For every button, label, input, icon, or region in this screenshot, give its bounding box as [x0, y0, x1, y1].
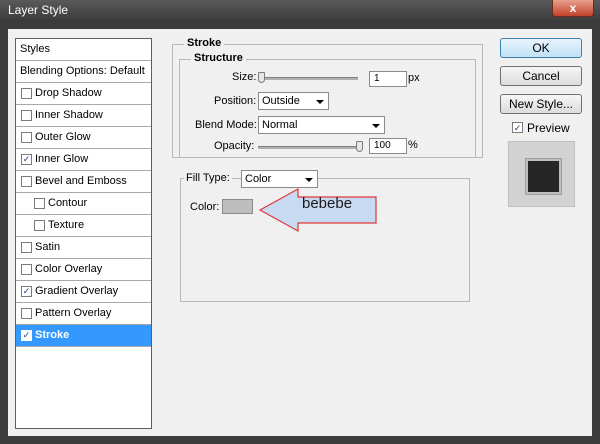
- opacity-slider-thumb[interactable]: [356, 141, 363, 152]
- style-list-item-label: Blending Options: Default: [20, 65, 145, 77]
- opacity-label: Opacity:: [214, 140, 255, 152]
- position-label: Position:: [214, 95, 257, 107]
- style-list-item-label: Inner Glow: [35, 153, 89, 165]
- style-list-item[interactable]: Bevel and Emboss: [16, 171, 151, 193]
- blend-mode-select[interactable]: Normal: [258, 116, 385, 134]
- size-label: Size:: [232, 71, 257, 83]
- style-list-item-label: Texture: [48, 219, 85, 231]
- style-preview: [508, 141, 575, 207]
- style-list-item[interactable]: Satin: [16, 237, 151, 259]
- style-checkbox[interactable]: [21, 176, 32, 187]
- fill-type-select[interactable]: Color: [241, 170, 318, 188]
- style-list-item-label: Drop Shadow: [35, 87, 102, 99]
- opacity-input[interactable]: 100: [369, 138, 407, 154]
- size-slider-thumb[interactable]: [258, 72, 265, 83]
- style-list-item-label: Pattern Overlay: [35, 307, 112, 319]
- style-list-item-label: Styles: [20, 43, 50, 55]
- new-style-button[interactable]: New Style...: [500, 94, 582, 114]
- style-list-item[interactable]: Pattern Overlay: [16, 303, 151, 325]
- style-list-item[interactable]: ✓ Inner Glow: [16, 149, 151, 171]
- style-list-item[interactable]: Contour: [16, 193, 151, 215]
- style-list-item-label: Bevel and Emboss: [35, 175, 127, 187]
- style-checkbox[interactable]: [34, 198, 45, 209]
- style-list-item-label: Contour: [48, 197, 88, 209]
- style-list-item-label: Satin: [35, 241, 61, 253]
- size-unit-label: px: [408, 72, 420, 84]
- style-list-item-label: Outer Glow: [35, 131, 91, 143]
- chevron-down-icon: [372, 124, 380, 128]
- color-label: Color:: [190, 201, 220, 213]
- callout-text: bebebe: [302, 195, 353, 212]
- style-list-item-label: Gradient Overlay: [35, 285, 119, 297]
- blend-mode-label: Blend Mode:: [195, 119, 257, 131]
- opacity-slider-track[interactable]: [258, 146, 363, 149]
- style-checkbox[interactable]: ✓: [21, 330, 32, 341]
- position-select[interactable]: Outside: [258, 92, 329, 110]
- color-swatch[interactable]: [222, 199, 253, 214]
- style-list-item[interactable]: Inner Shadow: [16, 105, 151, 127]
- preview-label: Preview: [527, 121, 570, 135]
- style-list-item-label: Color Overlay: [35, 263, 103, 275]
- size-input[interactable]: 1: [369, 71, 407, 87]
- style-list-item[interactable]: ✓ Stroke: [16, 325, 151, 347]
- preview-checkbox[interactable]: ✓: [512, 122, 523, 133]
- style-list-item[interactable]: Blending Options: Default: [16, 61, 151, 83]
- window-title: Layer Style: [8, 3, 69, 17]
- structure-group-title: Structure: [191, 52, 246, 64]
- style-list-item[interactable]: Drop Shadow: [16, 83, 151, 105]
- style-list-item[interactable]: Texture: [16, 215, 151, 237]
- style-checkbox[interactable]: ✓: [21, 154, 32, 165]
- styles-list: Styles Blending Options: Default Drop Shad…: [15, 38, 152, 429]
- style-list-item-label: Inner Shadow: [35, 109, 103, 121]
- ok-button[interactable]: OK: [500, 38, 582, 58]
- layer-style-dialog: Layer Style x Styles Blending Options: De…: [0, 0, 600, 444]
- style-checkbox[interactable]: [21, 264, 32, 275]
- size-slider-track[interactable]: [258, 77, 358, 80]
- chevron-down-icon: [316, 100, 324, 104]
- dialog-body: Styles Blending Options: Default Drop Shad…: [8, 29, 592, 436]
- style-list-item-label: Stroke: [35, 329, 70, 341]
- style-list-item[interactable]: Outer Glow: [16, 127, 151, 149]
- style-list-item[interactable]: Color Overlay: [16, 259, 151, 281]
- title-bar[interactable]: Layer Style x: [0, 0, 600, 22]
- style-checkbox[interactable]: [21, 308, 32, 319]
- stroke-group-title: Stroke: [184, 37, 225, 49]
- cancel-button[interactable]: Cancel: [500, 66, 582, 86]
- style-list-item[interactable]: ✓ Gradient Overlay: [16, 281, 151, 303]
- style-checkbox[interactable]: [34, 220, 45, 231]
- style-checkbox[interactable]: [21, 242, 32, 253]
- close-button[interactable]: x: [552, 0, 594, 17]
- style-checkbox[interactable]: ✓: [21, 286, 32, 297]
- opacity-unit-label: %: [408, 139, 418, 151]
- close-icon: x: [569, 1, 577, 15]
- style-checkbox[interactable]: [21, 132, 32, 143]
- position-select-value: Outside: [262, 95, 300, 107]
- fill-type-label: Fill Type:: [184, 172, 232, 184]
- fill-type-select-value: Color: [245, 173, 272, 185]
- chevron-down-icon: [305, 178, 313, 182]
- style-checkbox[interactable]: [21, 110, 32, 121]
- preview-thumbnail: [526, 159, 561, 194]
- style-checkbox[interactable]: [21, 88, 32, 99]
- style-list-item[interactable]: Styles: [16, 39, 151, 61]
- blend-mode-select-value: Normal: [262, 119, 298, 131]
